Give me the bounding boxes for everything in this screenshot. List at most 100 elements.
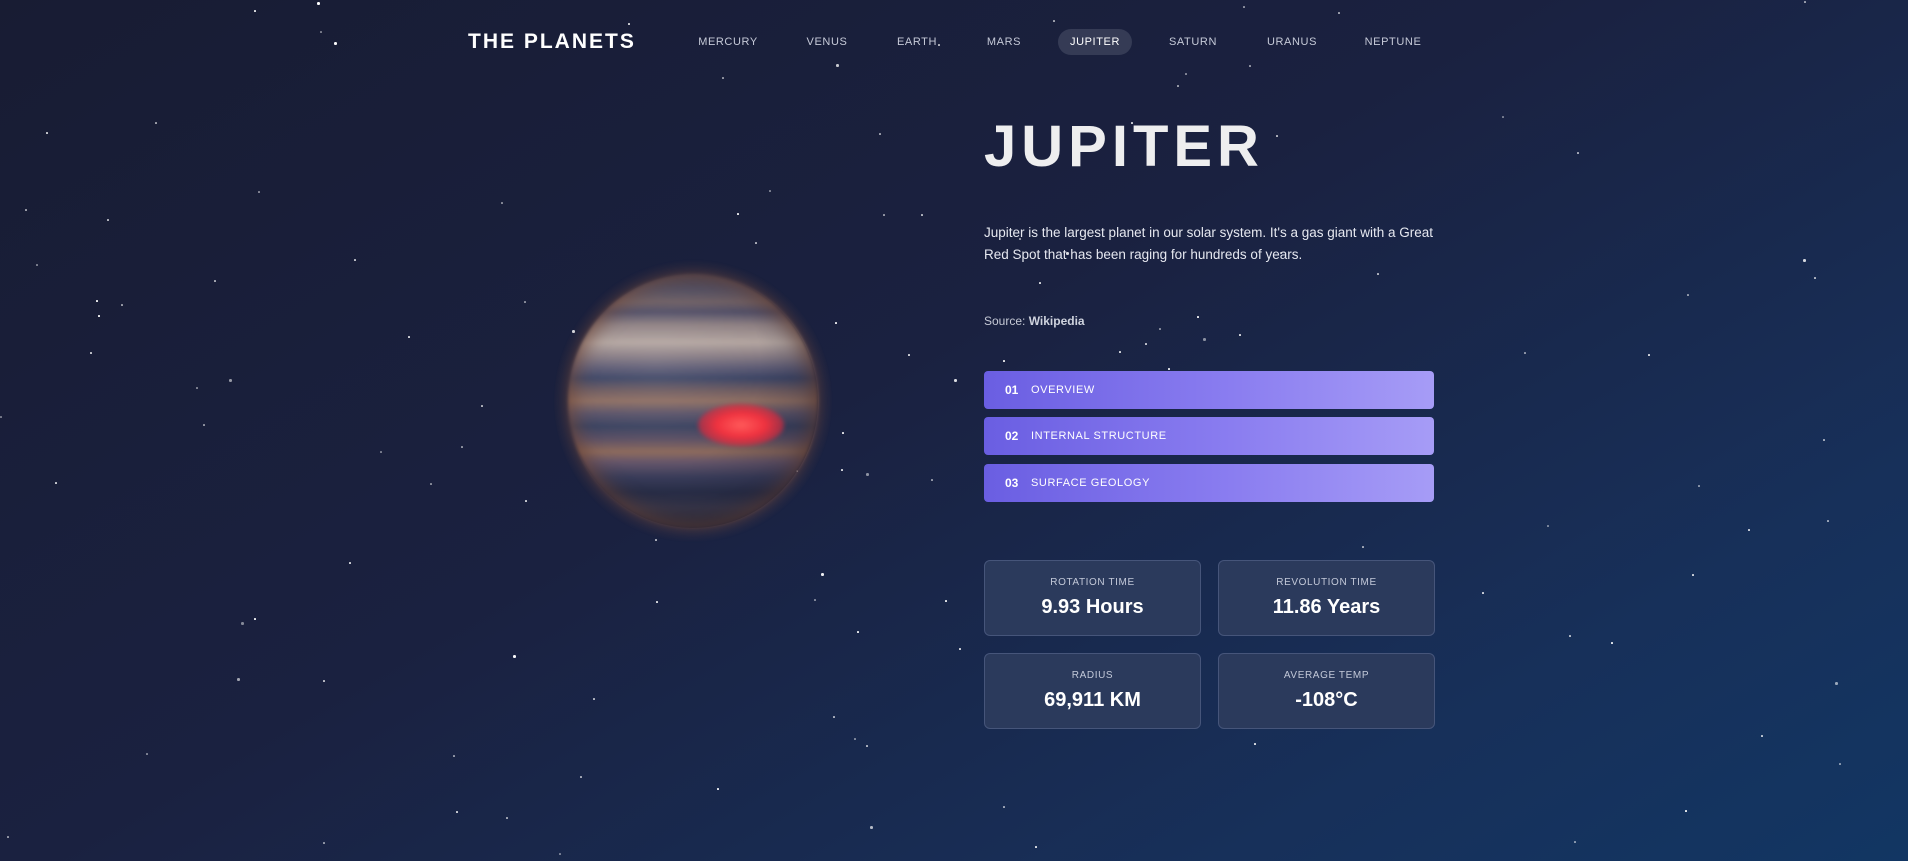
star — [214, 280, 216, 282]
star — [196, 387, 198, 389]
star — [593, 698, 595, 700]
star — [36, 264, 38, 266]
star — [954, 379, 957, 382]
planet-shading — [568, 274, 818, 528]
star — [1577, 152, 1579, 154]
tab-number: 01 — [1005, 383, 1019, 397]
tab-number: 03 — [1005, 476, 1019, 490]
planet-description: Jupiter is the largest planet in our sol… — [984, 225, 1434, 262]
star — [1502, 116, 1504, 118]
nav-item-earth[interactable]: EARTH — [885, 29, 949, 55]
stat-label: REVOLUTION TIME — [1276, 577, 1377, 588]
great-red-spot — [698, 404, 784, 446]
star — [254, 618, 256, 620]
star — [320, 31, 322, 33]
star — [580, 776, 582, 778]
star — [814, 599, 816, 601]
star — [1003, 806, 1005, 808]
tab-surface-geology[interactable]: 03 SURFACE GEOLOGY — [984, 464, 1434, 502]
star — [656, 601, 658, 603]
star — [1053, 20, 1055, 22]
star — [857, 631, 859, 633]
star — [55, 482, 57, 484]
star — [121, 304, 123, 306]
star — [836, 64, 839, 67]
star — [1482, 592, 1484, 594]
star — [155, 122, 157, 124]
star — [237, 678, 240, 681]
star — [854, 738, 856, 740]
star — [0, 416, 2, 418]
star — [317, 2, 320, 5]
star — [1574, 841, 1576, 843]
star — [323, 842, 325, 844]
source-prefix: Source: — [984, 314, 1026, 328]
tab-internal-structure[interactable]: 02 INTERNAL STRUCTURE — [984, 417, 1434, 455]
star — [1524, 352, 1526, 354]
star — [1839, 763, 1841, 765]
star — [921, 214, 923, 216]
planet-title: JUPITER — [984, 114, 1264, 179]
nav-item-saturn[interactable]: SATURN — [1157, 29, 1229, 55]
source-line: Source: Wikipedia — [984, 314, 1085, 328]
star — [1823, 439, 1825, 441]
source-link[interactable]: Wikipedia — [1029, 314, 1085, 328]
star — [833, 716, 835, 718]
star — [1761, 735, 1763, 737]
site-logo[interactable]: THE PLANETS — [468, 29, 636, 55]
nav-item-mercury[interactable]: MERCURY — [686, 29, 770, 55]
star — [1611, 642, 1613, 644]
stat-value: 11.86 Years — [1272, 596, 1381, 618]
tab-label: SURFACE GEOLOGY — [1031, 477, 1151, 489]
star — [931, 479, 933, 481]
star — [1338, 12, 1340, 14]
star — [1803, 259, 1806, 262]
nav-item-mars[interactable]: MARS — [975, 29, 1033, 55]
star — [96, 300, 98, 302]
star — [7, 836, 9, 838]
star — [98, 315, 100, 317]
star — [870, 826, 873, 829]
nav-item-venus[interactable]: VENUS — [795, 29, 860, 55]
nav-item-neptune[interactable]: NEPTUNE — [1353, 29, 1434, 55]
star — [90, 352, 92, 354]
star — [481, 405, 483, 407]
nav-item-uranus[interactable]: URANUS — [1255, 29, 1329, 55]
star — [866, 473, 869, 476]
star — [1748, 529, 1750, 531]
star — [769, 190, 771, 192]
star — [1692, 574, 1694, 576]
star — [908, 354, 910, 356]
star — [334, 42, 337, 45]
star — [1119, 351, 1121, 353]
star — [203, 424, 205, 426]
star — [254, 10, 256, 12]
stat-label: AVERAGE TEMP — [1283, 670, 1370, 681]
star — [453, 755, 455, 757]
star — [1249, 65, 1251, 67]
star — [841, 469, 843, 471]
star — [628, 23, 630, 25]
star — [945, 600, 947, 602]
stat-label: RADIUS — [1071, 670, 1114, 681]
star — [506, 817, 508, 819]
star — [559, 853, 561, 855]
star — [879, 133, 881, 135]
star — [408, 336, 410, 338]
star — [1177, 85, 1179, 87]
star — [1835, 682, 1838, 685]
star — [513, 655, 516, 658]
star — [456, 811, 458, 813]
star — [524, 301, 526, 303]
star — [883, 214, 885, 216]
stat-value: -108°C — [1295, 689, 1358, 711]
nav-item-jupiter[interactable]: JUPITER — [1057, 29, 1133, 55]
star — [755, 242, 757, 244]
tab-overview[interactable]: 01 OVERVIEW — [984, 371, 1434, 409]
stat-card-rotation-time: ROTATION TIME 9.93 Hours — [984, 560, 1201, 636]
star — [717, 788, 719, 790]
star — [258, 191, 260, 193]
stat-label: ROTATION TIME — [1050, 577, 1135, 588]
star — [229, 379, 232, 382]
star — [430, 483, 432, 485]
